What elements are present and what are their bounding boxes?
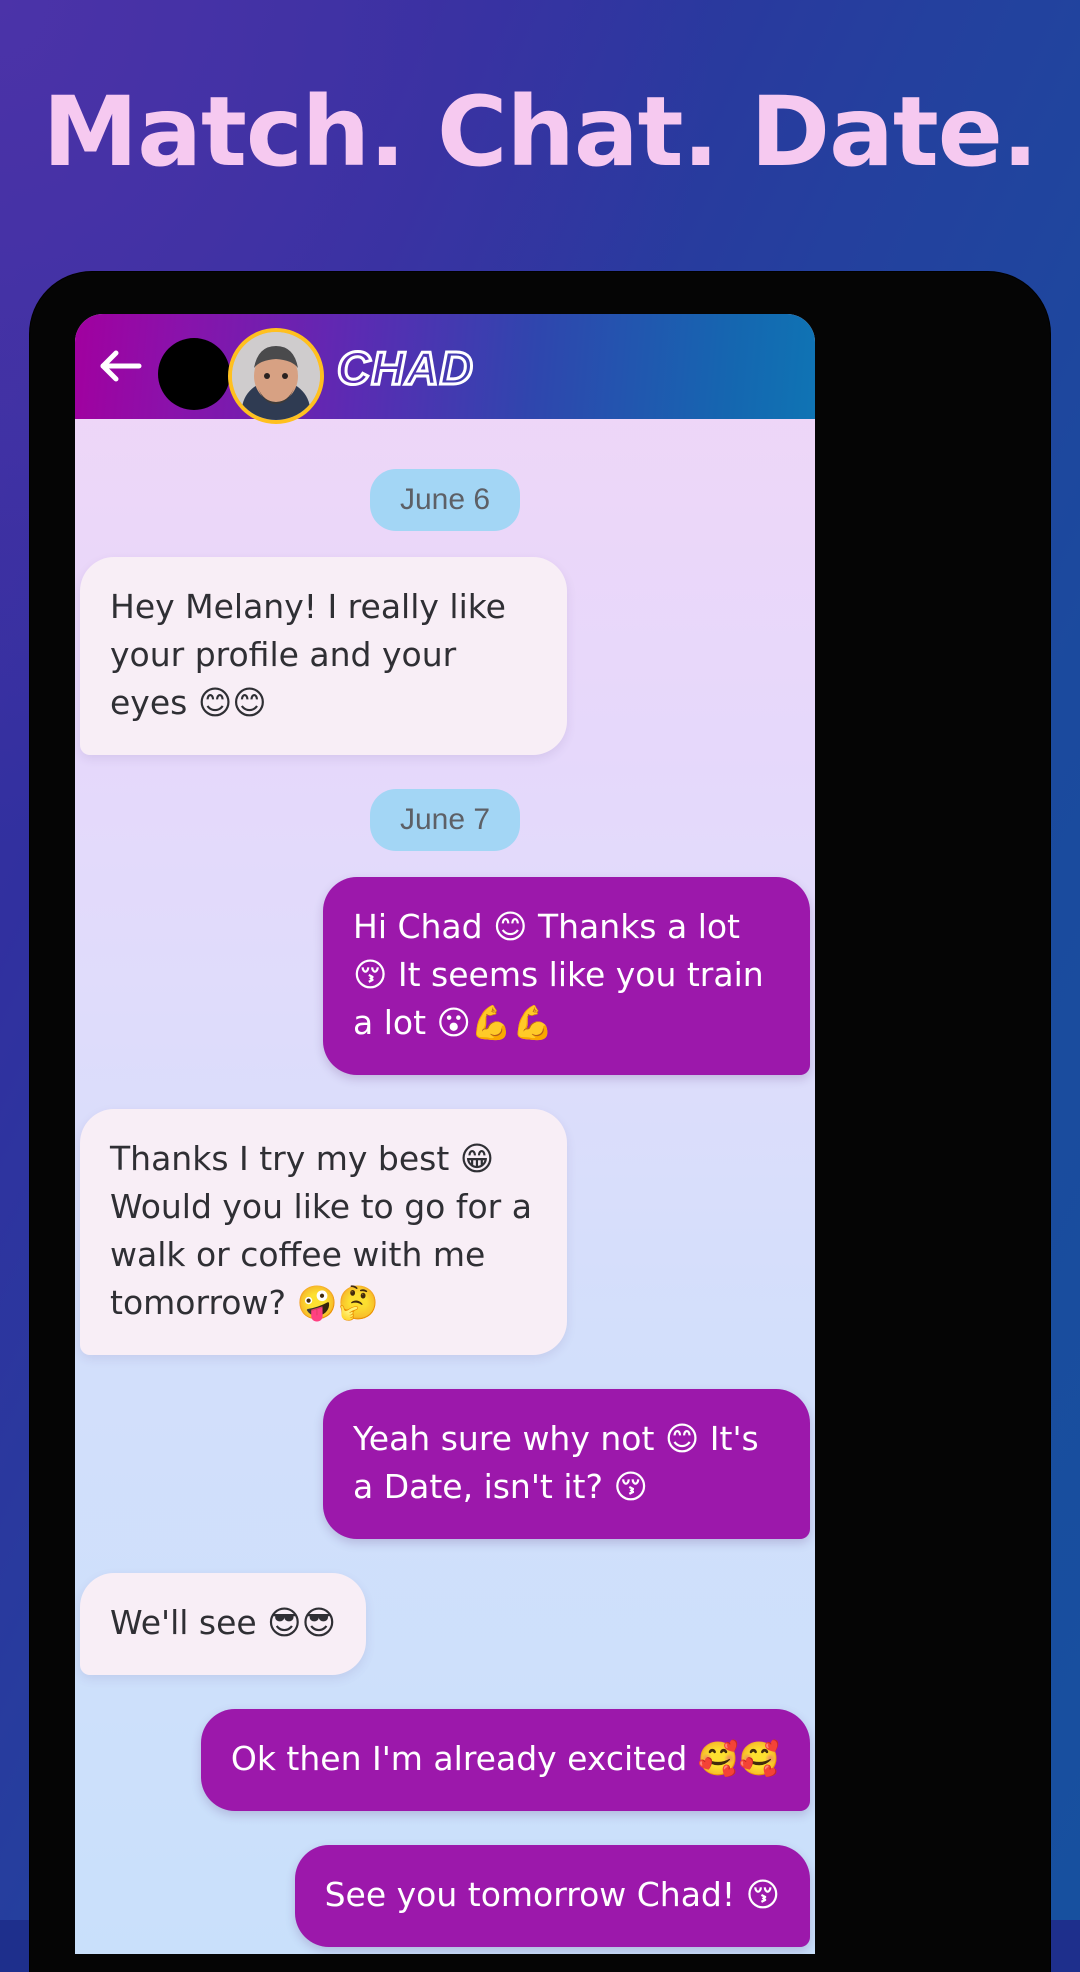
message-bubble-outgoing[interactable]: Yeah sure why not 😊 It's a Date, isn't i… xyxy=(323,1389,810,1539)
chat-app-header: CHAD xyxy=(75,314,815,424)
camera-notch xyxy=(158,338,230,410)
message-list[interactable]: June 6 Hey Melany! I really like your pr… xyxy=(75,419,815,1947)
promo-screenshot: Match. Chat. Date. CHAD June 6 Hey Melan… xyxy=(0,0,1080,1972)
message-bubble-outgoing[interactable]: See you tomorrow Chad! 😚 xyxy=(294,1845,810,1947)
contact-name: CHAD xyxy=(336,341,475,396)
date-separator: June 6 xyxy=(75,469,815,531)
message-row: Hey Melany! I really like your profile a… xyxy=(75,557,815,755)
message-row: We'll see 😎😎 xyxy=(75,1573,815,1675)
message-bubble-outgoing[interactable]: Hi Chad 😊 Thanks a lot 😚 It seems like y… xyxy=(323,877,810,1075)
message-row: See you tomorrow Chad! 😚 xyxy=(75,1845,815,1947)
message-row: Yeah sure why not 😊 It's a Date, isn't i… xyxy=(75,1389,815,1539)
message-row: Hi Chad 😊 Thanks a lot 😚 It seems like y… xyxy=(75,877,815,1075)
message-bubble-incoming[interactable]: Hey Melany! I really like your profile a… xyxy=(80,557,567,755)
phone-mockup: CHAD June 6 Hey Melany! I really like yo… xyxy=(30,272,1050,1972)
message-bubble-outgoing[interactable]: Ok then I'm already excited 🥰🥰 xyxy=(200,1709,810,1811)
date-separator: June 7 xyxy=(75,789,815,851)
message-row: Thanks I try my best 😁 Would you like to… xyxy=(75,1109,815,1355)
avatar[interactable] xyxy=(228,328,324,424)
phone-screen: CHAD June 6 Hey Melany! I really like yo… xyxy=(75,314,815,1954)
message-row: Ok then I'm already excited 🥰🥰 xyxy=(75,1709,815,1811)
date-pill: June 7 xyxy=(369,789,521,851)
message-bubble-incoming[interactable]: Thanks I try my best 😁 Would you like to… xyxy=(80,1109,567,1355)
page-title: Match. Chat. Date. xyxy=(42,76,1039,188)
message-bubble-incoming[interactable]: We'll see 😎😎 xyxy=(80,1573,366,1675)
back-arrow-icon[interactable] xyxy=(95,344,145,388)
date-pill: June 6 xyxy=(369,469,521,531)
